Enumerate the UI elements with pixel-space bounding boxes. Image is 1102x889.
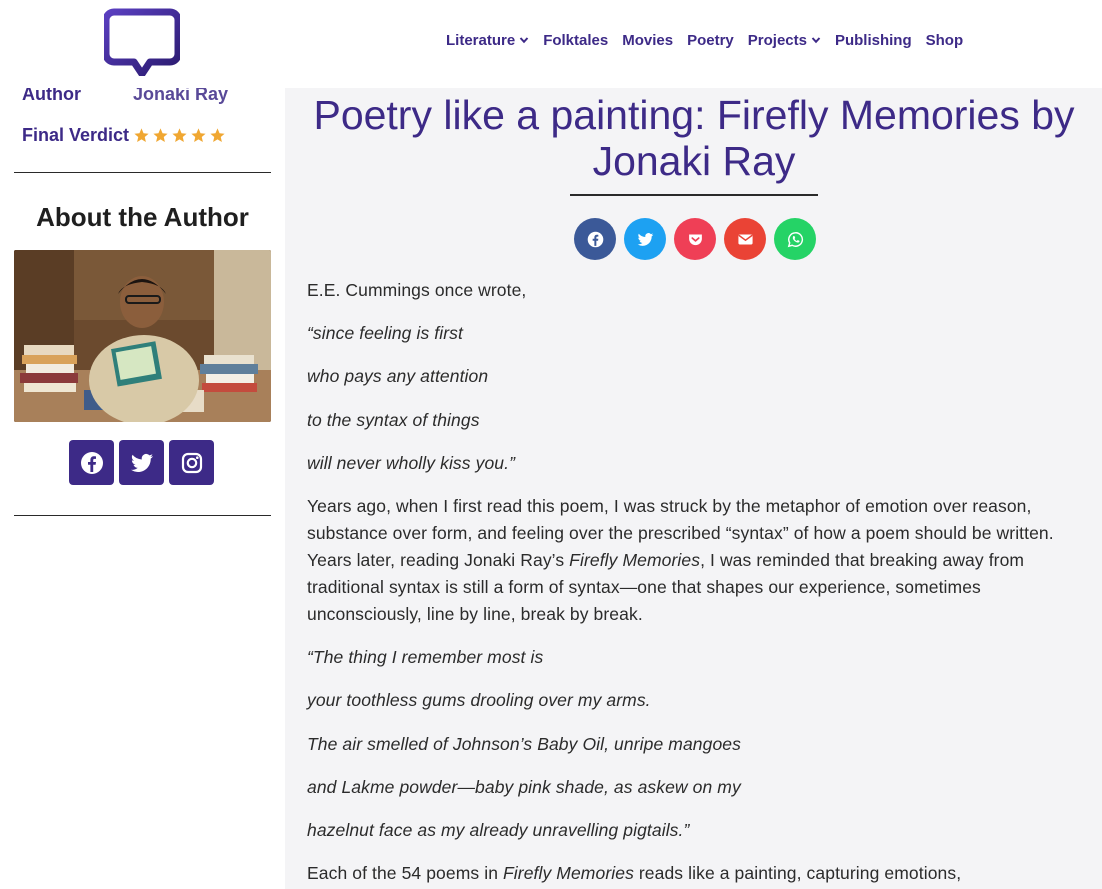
- nav-item-poetry[interactable]: Poetry: [687, 32, 734, 49]
- nav-item-movies[interactable]: Movies: [622, 32, 673, 49]
- quote-line: “The thing I remember most is: [307, 647, 544, 667]
- verdict-label: Final Verdict: [22, 125, 130, 145]
- twitter-icon: [130, 453, 153, 472]
- star-icon: [172, 128, 187, 143]
- article-paragraph: Years ago, when I first read this poem, …: [307, 493, 1082, 628]
- star-rating: [133, 127, 226, 144]
- title-divider: [570, 194, 818, 196]
- star-icon: [191, 128, 206, 143]
- star-icon: [153, 128, 168, 143]
- nav-item-label: Movies: [622, 31, 674, 49]
- author-social-links: [69, 440, 214, 485]
- nav-item-projects[interactable]: Projects: [748, 32, 821, 49]
- star-icon: [134, 128, 149, 143]
- article-background: [285, 88, 1102, 889]
- author-photo-illustration: [14, 250, 271, 422]
- book-title-italic: Firefly Memories: [503, 863, 634, 883]
- quote-line: your toothless gums drooling over my arm…: [307, 690, 651, 710]
- share-twitter-button[interactable]: [624, 218, 666, 260]
- share-buttons: [574, 218, 816, 260]
- site-logo[interactable]: [104, 8, 180, 76]
- quote-line: to the syntax of things: [307, 410, 480, 430]
- quote-line: and Lakme powder—baby pink shade, as ask…: [307, 777, 741, 797]
- nav-item-label: Literature: [446, 31, 516, 49]
- email-icon: [737, 234, 753, 244]
- main-navigation: Literature Folktales Movies Poetry Proje…: [446, 28, 963, 52]
- author-twitter-link[interactable]: [119, 440, 164, 485]
- nav-item-publishing[interactable]: Publishing: [835, 32, 912, 49]
- paragraph-text: reads like a painting, capturing emotion…: [633, 863, 962, 883]
- nav-item-label: Poetry: [687, 31, 734, 49]
- about-author-heading: About the Author: [36, 202, 249, 232]
- nav-item-label: Publishing: [834, 31, 912, 49]
- final-verdict-row: Final Verdict: [22, 125, 226, 146]
- article-paragraph: E.E. Cummings once wrote,: [307, 280, 527, 300]
- nav-item-label: Shop: [925, 31, 964, 49]
- pocket-icon: [688, 234, 702, 245]
- quote-line: hazelnut face as my already unravelling …: [307, 820, 690, 840]
- author-photo: [14, 250, 271, 422]
- quote-line: who pays any attention: [307, 366, 489, 386]
- facebook-icon: [587, 231, 603, 247]
- sidebar: Author Jonaki Ray Final Verdict About th…: [0, 0, 285, 889]
- share-whatsapp-button[interactable]: [774, 218, 816, 260]
- site-header: Literature Folktales Movies Poetry Proje…: [0, 0, 1102, 88]
- article-title: Poetry like a painting: Firefly Memories…: [313, 92, 1075, 184]
- share-pocket-button[interactable]: [674, 218, 716, 260]
- share-email-button[interactable]: [724, 218, 766, 260]
- author-facebook-link[interactable]: [69, 440, 114, 485]
- twitter-icon: [637, 232, 653, 246]
- sidebar-divider: [14, 515, 271, 516]
- nav-item-label: Projects: [747, 31, 807, 49]
- quote-line: “since feeling is first: [307, 323, 463, 343]
- sidebar-divider: [14, 172, 271, 173]
- nav-item-label: Folktales: [543, 31, 609, 49]
- quote-line: will never wholly kiss you.”: [307, 453, 515, 473]
- nav-item-literature[interactable]: Literature: [446, 32, 529, 49]
- quote-line: The air smelled of Johnson’s Baby Oil, u…: [307, 734, 741, 754]
- paragraph-text: Each of the 54 poems in: [307, 863, 503, 883]
- instagram-icon: [181, 452, 202, 473]
- nav-item-folktales[interactable]: Folktales: [543, 32, 608, 49]
- book-title-italic: Firefly Memories: [569, 550, 701, 570]
- chevron-down-icon: [811, 37, 821, 44]
- star-icon: [210, 128, 225, 143]
- author-instagram-link[interactable]: [169, 440, 214, 485]
- article-paragraph: Each of the 54 poems in Firefly Memories…: [307, 860, 1082, 887]
- chevron-down-icon: [519, 37, 529, 44]
- share-facebook-button[interactable]: [574, 218, 616, 260]
- nav-item-shop[interactable]: Shop: [926, 32, 964, 49]
- facebook-icon: [80, 451, 103, 474]
- whatsapp-icon: [787, 231, 803, 247]
